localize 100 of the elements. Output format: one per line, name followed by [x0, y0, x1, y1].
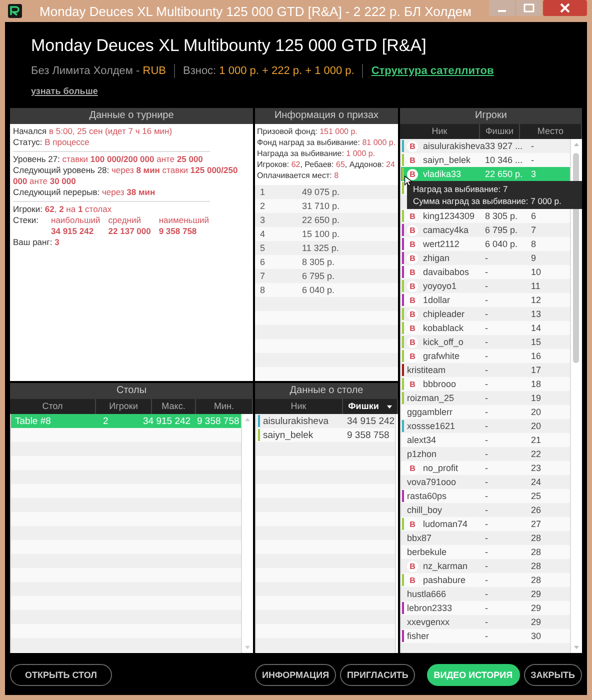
table-cell-text: 7: [259, 271, 266, 281]
table-cell-text: 5: [259, 243, 266, 253]
player-name: kobablack: [423, 323, 464, 333]
table-cell-text: 1: [259, 187, 266, 197]
stack-header: наименьший: [158, 215, 210, 226]
table-cell: 6 040 р.: [302, 285, 335, 295]
table-cell-text: 6: [259, 257, 266, 267]
panel-title: Игроки: [400, 108, 582, 124]
place-value: 29: [531, 589, 542, 599]
bounty-badge: B: [407, 518, 418, 530]
chips-value: -: [485, 407, 488, 417]
stack-header: наибольший: [51, 215, 100, 226]
stacks-label: Стеки:: [13, 215, 40, 227]
chips-value: -: [485, 463, 488, 473]
chips-value: 8 305 р.: [485, 211, 518, 221]
place-value: 29: [531, 603, 542, 613]
player-name: alext34: [407, 435, 436, 445]
bounty-badge: B: [407, 336, 418, 348]
player-name: 1dollar: [423, 295, 450, 305]
chips-value: -: [485, 519, 488, 529]
tournament-title: Monday Deuces XL Multibounty 125 000 GTD [R&A]: [31, 36, 428, 56]
table-cell-text: 8: [259, 285, 266, 295]
chips-value: 34 915 242: [347, 416, 395, 426]
player-name: camacy4ka: [423, 225, 469, 235]
bounty-badge: B: [407, 252, 418, 264]
place-value: 6: [531, 211, 536, 221]
chips-value: -: [485, 253, 488, 263]
player-name: king1234309: [423, 211, 475, 221]
stack-value: 9 358 758: [158, 226, 198, 237]
info-line: Начался в 5:00, 25 сен (идет 7 ч 16 мин): [13, 126, 174, 137]
place-value: 16: [531, 351, 542, 361]
table-cell-text: 2: [102, 416, 110, 426]
place-value: 20: [531, 407, 542, 417]
bounty-badge: B: [407, 574, 418, 586]
place-value: 15: [531, 337, 542, 347]
panel-title: Столы: [10, 383, 253, 399]
panel-title: Данные о столе: [255, 383, 398, 399]
player-name: rasta60ps: [407, 491, 447, 501]
bounty-badge: B: [407, 210, 418, 222]
place-value: 9: [531, 253, 536, 263]
prize-line: Оплачивается мест: 8: [256, 170, 340, 181]
player-name: grafwhite: [423, 351, 460, 361]
chips-value: -: [485, 379, 488, 389]
place-value: 3: [531, 169, 536, 179]
place-value: 12: [531, 295, 542, 305]
bounty-badge: B: [407, 266, 418, 278]
game-type: Без Лимита Холдем - RUB: [31, 65, 166, 77]
place-value: -: [531, 155, 534, 165]
chips-value: -: [485, 393, 488, 403]
stack-header: средний: [108, 215, 142, 226]
table-cell: 11 325 р.: [302, 243, 339, 253]
table-cell: 22 650 р.: [302, 215, 340, 225]
chips-value: -: [485, 337, 488, 347]
place-value: 17: [531, 365, 542, 375]
bounty-badge: B: [407, 154, 418, 166]
chips-value: -: [485, 267, 488, 277]
stack-value: 34 915 242: [51, 226, 95, 237]
player-name: wert2112: [423, 239, 460, 249]
bounty-badge: B: [407, 140, 418, 152]
chips-value: -: [485, 477, 488, 487]
place-value: 26: [531, 505, 542, 515]
place-value: 28: [531, 575, 542, 585]
panel-title: Данные о турнире: [10, 108, 253, 124]
place-value: 27: [531, 519, 542, 529]
chips-value: -: [485, 295, 488, 305]
player-name: aisulurakisheva: [423, 141, 486, 151]
place-value: 28: [531, 547, 542, 557]
chips-value: -: [485, 505, 488, 515]
window-title: Monday Deuces XL Multibounty 125 000 GTD [R&A] - 2 222 р. БЛ Холдем: [38, 4, 472, 18]
table-cell-text: 2: [259, 201, 266, 211]
place-value: 8: [531, 239, 536, 249]
player-name: xossse1621: [407, 421, 456, 431]
prize-line: Игроков: 62, Ребаев: 65, Аддонов: 24: [256, 159, 396, 170]
tooltip-line: Наград за выбивание: 7: [413, 183, 509, 195]
player-name: vladika33: [423, 169, 462, 179]
chips-value: -: [485, 575, 488, 585]
player-name: chipleader: [423, 309, 465, 319]
chips-value: -: [485, 603, 488, 613]
bounty-badge: B: [407, 238, 418, 250]
chips-value: 10 346 ...: [485, 155, 523, 165]
player-name: p1zhon: [407, 449, 437, 459]
player-name: nz_karman: [423, 561, 468, 571]
player-name: gggamblerr: [407, 407, 453, 417]
place-value: 25: [531, 491, 542, 501]
rank-line: Ваш ранг: 3: [13, 237, 60, 248]
buy-in: Взнос: 1 000 р. + 222 р. + 1 000 р.: [182, 65, 354, 77]
place-value: 13: [531, 309, 542, 319]
panel-title: Информация о призах: [255, 108, 398, 124]
place-value: 30: [531, 631, 542, 641]
place-value: 19: [531, 393, 542, 403]
place-value: 21: [531, 435, 542, 445]
chips-value: -: [485, 449, 488, 459]
player-name: davaibabos: [423, 267, 470, 277]
bounty-badge: B: [407, 462, 418, 474]
player-name: saiyn_belek: [262, 430, 314, 440]
bounty-badge: B: [407, 168, 418, 180]
player-name: vova791ooo: [407, 477, 456, 487]
bounty-badge: B: [407, 560, 418, 572]
chips-value: -: [485, 491, 488, 501]
prize-line: Фонд наград за выбивание: 81 000 р.: [256, 137, 397, 148]
